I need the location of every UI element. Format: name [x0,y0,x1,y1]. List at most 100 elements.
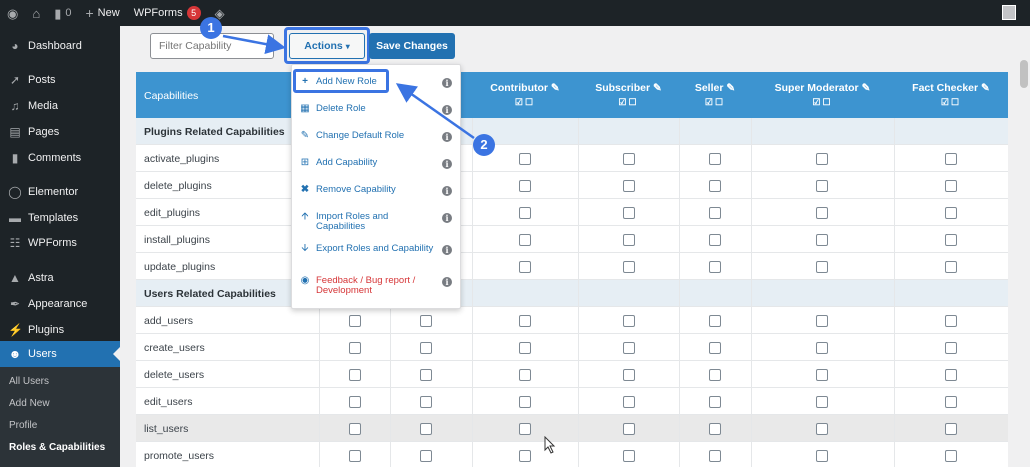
submenu-profile[interactable]: Profile [9,420,37,431]
capability-checkbox[interactable] [816,450,828,462]
check-toggle-icons[interactable]: ☑☐ [812,97,832,108]
capability-checkbox[interactable] [623,234,635,246]
capability-checkbox[interactable] [623,261,635,273]
capability-checkbox[interactable] [349,315,361,327]
edit-icon[interactable]: ✎ [726,82,735,94]
edit-icon[interactable]: ✎ [551,82,560,94]
capability-checkbox[interactable] [420,369,432,381]
info-icon[interactable]: i [442,132,452,142]
capability-checkbox[interactable] [816,396,828,408]
capability-checkbox[interactable] [816,207,828,219]
save-changes-button[interactable]: Save Changes [369,33,455,59]
capability-checkbox[interactable] [945,180,957,192]
submenu-roles-capabilities[interactable]: Roles & Capabilities [9,442,105,453]
capability-checkbox[interactable] [945,450,957,462]
capability-checkbox[interactable] [519,315,531,327]
capability-checkbox[interactable] [420,396,432,408]
wordpress-logo-icon[interactable]: ◉ [0,0,25,26]
capability-checkbox[interactable] [623,207,635,219]
page-scrollbar[interactable] [1018,26,1030,467]
capability-checkbox[interactable] [709,153,721,165]
capability-checkbox[interactable] [816,261,828,273]
capability-checkbox[interactable] [709,450,721,462]
capability-checkbox[interactable] [945,153,957,165]
menu-item-delete-role[interactable]: ▦ Delete Role i [292,104,460,115]
capability-checkbox[interactable] [519,396,531,408]
check-toggle-icons[interactable]: ☑☐ [515,97,535,108]
sidebar-item-dashboard[interactable]: ◕ Dashboard [0,33,120,59]
capability-checkbox[interactable] [709,423,721,435]
sidebar-item-posts[interactable]: ➚ Posts [0,67,120,93]
menu-item-feedback[interactable]: ◉ Feedback / Bug report / Development i [292,276,460,296]
capability-checkbox[interactable] [519,342,531,354]
capability-checkbox[interactable] [420,450,432,462]
capability-checkbox[interactable] [816,342,828,354]
capability-checkbox[interactable] [349,450,361,462]
capability-checkbox[interactable] [945,342,957,354]
capability-checkbox[interactable] [709,180,721,192]
capability-checkbox[interactable] [519,153,531,165]
capability-checkbox[interactable] [623,315,635,327]
home-icon[interactable]: ⌂ [25,0,47,26]
capability-checkbox[interactable] [623,342,635,354]
submenu-add-new[interactable]: Add New [9,398,50,409]
menu-item-remove-capability[interactable]: ✖ Remove Capability i [292,185,460,196]
capability-checkbox[interactable] [945,423,957,435]
edit-icon[interactable]: ✎ [862,82,871,94]
edit-icon[interactable]: ✎ [653,82,662,94]
info-icon[interactable]: i [442,245,452,255]
sidebar-item-wpforms[interactable]: ☷ WPForms [0,230,120,256]
capability-checkbox[interactable] [519,423,531,435]
capability-checkbox[interactable] [519,180,531,192]
info-icon[interactable]: i [442,159,452,169]
capability-checkbox[interactable] [709,207,721,219]
capability-checkbox[interactable] [945,396,957,408]
capability-checkbox[interactable] [816,423,828,435]
check-toggle-icons[interactable]: ☑☐ [705,97,725,108]
capability-checkbox[interactable] [623,369,635,381]
capability-checkbox[interactable] [816,234,828,246]
sidebar-item-media[interactable]: ♫ Media [0,93,120,119]
sidebar-item-pages[interactable]: ▤ Pages [0,119,120,145]
capability-checkbox[interactable] [709,396,721,408]
info-icon[interactable]: i [442,78,452,88]
sidebar-item-users[interactable]: ☻ Users [0,341,120,367]
capability-checkbox[interactable] [709,369,721,381]
capability-checkbox[interactable] [349,342,361,354]
wpforms-link[interactable]: WPForms 5 [127,0,208,26]
capability-checkbox[interactable] [519,207,531,219]
capability-checkbox[interactable] [945,261,957,273]
capability-checkbox[interactable] [623,153,635,165]
capability-checkbox[interactable] [709,234,721,246]
sidebar-item-elementor[interactable]: ◯ Elementor [0,179,120,205]
scrollbar-thumb[interactable] [1020,60,1028,88]
capability-checkbox[interactable] [420,423,432,435]
menu-item-change-default-role[interactable]: ✎ Change Default Role i [292,131,460,142]
capability-checkbox[interactable] [519,234,531,246]
menu-item-export-roles[interactable]: 🡫 Export Roles and Capability i [292,244,460,255]
check-toggle-icons[interactable]: ☑☐ [941,97,961,108]
capability-checkbox[interactable] [519,450,531,462]
avatar[interactable] [1002,5,1016,20]
capability-checkbox[interactable] [816,369,828,381]
capability-checkbox[interactable] [816,153,828,165]
capability-checkbox[interactable] [623,180,635,192]
info-icon[interactable]: i [442,186,452,196]
edit-icon[interactable]: ✎ [981,82,990,94]
capability-checkbox[interactable] [349,369,361,381]
capability-checkbox[interactable] [816,180,828,192]
comments-link[interactable]: ▮ 0 [47,0,78,26]
capability-checkbox[interactable] [519,261,531,273]
check-toggle-icons[interactable]: ☑☐ [618,97,638,108]
sidebar-item-appearance[interactable]: ✒ Appearance [0,291,120,317]
capability-checkbox[interactable] [709,342,721,354]
capability-checkbox[interactable] [709,261,721,273]
new-content-link[interactable]: + New [78,0,126,26]
submenu-all-users[interactable]: All Users [9,376,49,387]
sidebar-item-astra[interactable]: ▲ Astra [0,265,120,291]
capability-checkbox[interactable] [945,315,957,327]
capability-checkbox[interactable] [519,369,531,381]
capability-checkbox[interactable] [349,396,361,408]
capability-checkbox[interactable] [420,315,432,327]
menu-item-import-roles[interactable]: 🡩 Import Roles and Capabilities i [292,212,460,232]
